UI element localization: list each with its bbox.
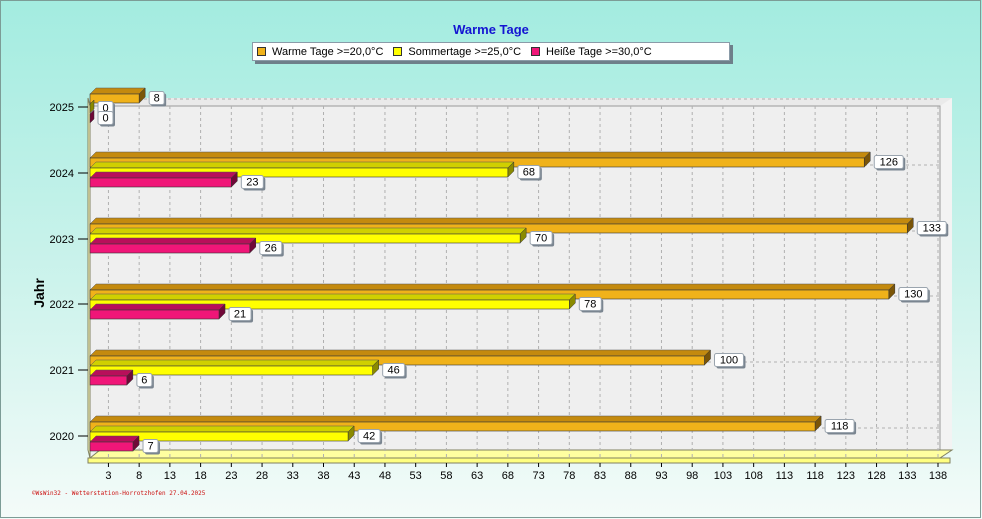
y-tick-label: 2021: [50, 365, 74, 377]
data-label: 21: [234, 309, 246, 321]
bar: [89, 441, 134, 452]
data-label: 0: [102, 113, 108, 125]
bar-top-face: [89, 237, 257, 245]
bar-top-face: [89, 217, 914, 225]
y-tick-label: 2023: [50, 234, 74, 246]
x-tick-label: 13: [164, 470, 176, 482]
data-label: 68: [523, 167, 535, 179]
x-tick-label: 108: [744, 470, 762, 482]
y-tick-label: 2024: [50, 168, 74, 180]
bar-top-face: [89, 359, 380, 367]
data-label: 133: [923, 223, 941, 235]
x-tick-label: 48: [379, 470, 391, 482]
y-tick-label: 2022: [50, 299, 74, 311]
x-tick-label: 113: [776, 470, 794, 482]
x-tick-label: 18: [194, 470, 206, 482]
data-label: 130: [904, 289, 922, 301]
x-tick-label: 63: [471, 470, 483, 482]
bar-chart: 3 8 13 18 23 28 33 38 43 48 53 58 63 68 73 78 83 88 93 98 10…: [50, 87, 954, 482]
bar: [89, 375, 128, 386]
y-tick-label: 2025: [50, 102, 74, 114]
x-tick-label: 28: [256, 470, 268, 482]
x-tick-label: 138: [929, 470, 947, 482]
y-tick-label: 2020: [50, 431, 74, 443]
x-tick-label: 58: [440, 470, 452, 482]
bar-top-face: [89, 227, 527, 235]
x-tick-label: 93: [655, 470, 667, 482]
data-label: 42: [363, 431, 375, 443]
bar-top-face: [89, 435, 140, 443]
x-tick-label: 123: [837, 470, 855, 482]
data-label: 118: [831, 421, 849, 433]
bar-top-face: [89, 171, 238, 179]
x-tick-label: 88: [625, 470, 637, 482]
bar-top-face: [89, 349, 712, 357]
plot-left-wall: [87, 97, 91, 459]
bar-top-face: [89, 161, 515, 169]
data-label: 100: [720, 355, 738, 367]
x-tick-label: 78: [563, 470, 575, 482]
x-tick-label: 23: [225, 470, 237, 482]
bar-top-face: [89, 303, 226, 311]
bar-top-face: [89, 151, 871, 159]
x-tick-label: 68: [502, 470, 514, 482]
bar: [89, 93, 140, 104]
x-tick-label: 33: [287, 470, 299, 482]
data-label: 8: [154, 93, 160, 105]
x-tick-label: 38: [317, 470, 329, 482]
x-tick-label: 133: [898, 470, 916, 482]
bar: [89, 177, 232, 188]
data-label: 7: [147, 441, 153, 453]
bar: [89, 243, 251, 254]
bar-top-face: [89, 283, 896, 291]
bar-top-face: [89, 369, 134, 377]
data-label: 26: [265, 243, 277, 255]
data-label: 6: [141, 375, 147, 387]
x-tick-label: 103: [714, 470, 732, 482]
bar-top-face: [89, 425, 355, 433]
data-label: 78: [584, 299, 596, 311]
data-label: 70: [535, 233, 547, 245]
data-label: 23: [246, 177, 258, 189]
plot-base: [87, 457, 951, 464]
x-tick-label: 3: [105, 470, 111, 482]
plot-floor: [88, 449, 954, 459]
bar-top-face: [89, 293, 576, 301]
x-tick-label: 83: [594, 470, 606, 482]
x-tick-label: 118: [806, 470, 824, 482]
bar-top-face: [89, 87, 146, 95]
x-tick-label: 98: [686, 470, 698, 482]
x-tick-label: 43: [348, 470, 360, 482]
x-tick-label: 8: [136, 470, 142, 482]
x-tick-label: 128: [867, 470, 885, 482]
data-label: 46: [388, 365, 400, 377]
x-tick-label: 73: [532, 470, 544, 482]
bar-top-face: [89, 415, 822, 423]
credit-text: ©WsWin32 - Wetterstation-Horrotzhofen 27…: [32, 490, 206, 497]
bar: [89, 309, 220, 320]
data-label: 126: [880, 157, 898, 169]
x-tick-label: 53: [410, 470, 422, 482]
